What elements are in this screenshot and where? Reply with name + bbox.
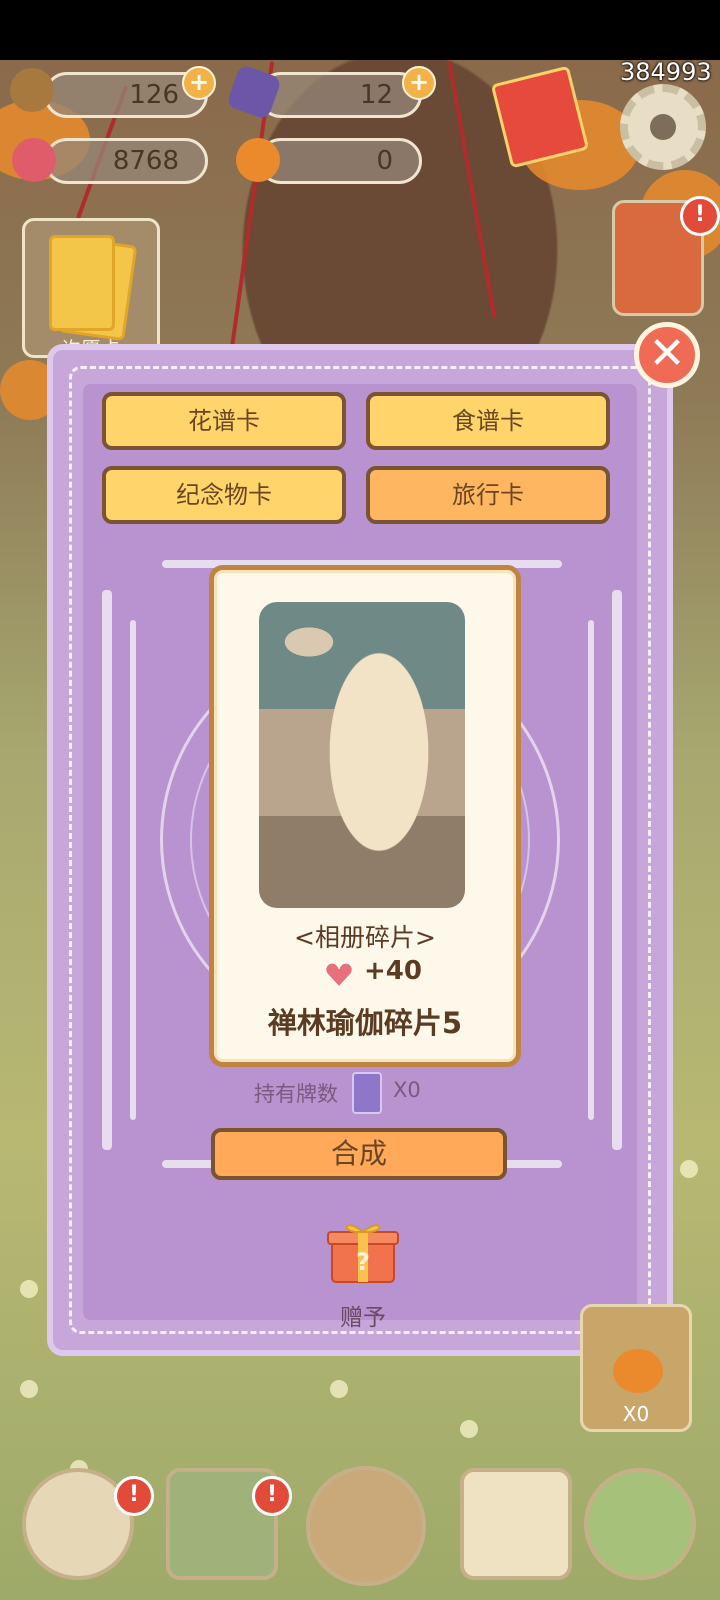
score-display: 384993 [620,58,712,86]
heart-counter: 8768 [44,138,208,184]
tab-flower-cards[interactable]: 花谱卡 [102,392,346,450]
card-deck-icon [352,1072,382,1114]
alert-badge-icon: ! [114,1476,154,1516]
card-bonus-value: +40 [364,956,422,986]
combine-button[interactable]: 合成 [211,1128,507,1180]
owned-count-value: X0 [393,1078,421,1102]
pumpkin-panel-count: X0 [622,1402,650,1426]
close-button[interactable]: ✕ [634,322,700,388]
status-bar [0,0,720,60]
heart-gem-icon [324,962,354,989]
alert-badge-icon: ! [252,1476,292,1516]
acorn-icon [10,68,54,112]
settings-gear-icon[interactable] [620,84,706,170]
tab-recipe-cards[interactable]: 食谱卡 [366,392,610,450]
alert-badge-icon: ! [680,196,720,236]
owned-count-label: 持有牌数 [254,1082,338,1106]
nav-friends-button[interactable] [306,1466,426,1586]
tab-souvenir-cards[interactable]: 纪念物卡 [102,466,346,524]
nav-tasks-button[interactable] [460,1468,572,1580]
mystery-gift-icon[interactable]: ? [326,1218,400,1284]
nav-map-button[interactable] [584,1468,696,1580]
wish-card-front-icon [49,235,115,331]
svg-text:?: ? [356,1248,370,1276]
pumpkin-count: 0 [376,146,393,176]
album-fragment-card: <相册碎片> +40 禅林瑜伽碎片5 [209,565,521,1067]
pumpkin-icon [613,1349,663,1393]
pumpkin-counter: 0 [258,138,422,184]
crystal-count: 12 [359,80,393,110]
add-crystal-button[interactable]: + [402,66,436,100]
card-illustration [259,602,465,908]
crystal-counter: 12 [258,72,422,118]
card-name: 禅林瑜伽碎片5 [267,1006,463,1040]
wish-card-button[interactable]: 许愿卡 [22,218,160,361]
heart-count: 8768 [112,146,179,176]
card-type-title: <相册碎片> [294,923,436,952]
tab-travel-cards[interactable]: 旅行卡 [366,466,610,524]
add-acorn-button[interactable]: + [182,66,216,100]
gift-label: 赠予 [340,1305,386,1331]
heart-gem-icon [12,138,56,182]
pumpkin-icon [236,138,280,182]
acorn-count: 126 [129,80,179,110]
